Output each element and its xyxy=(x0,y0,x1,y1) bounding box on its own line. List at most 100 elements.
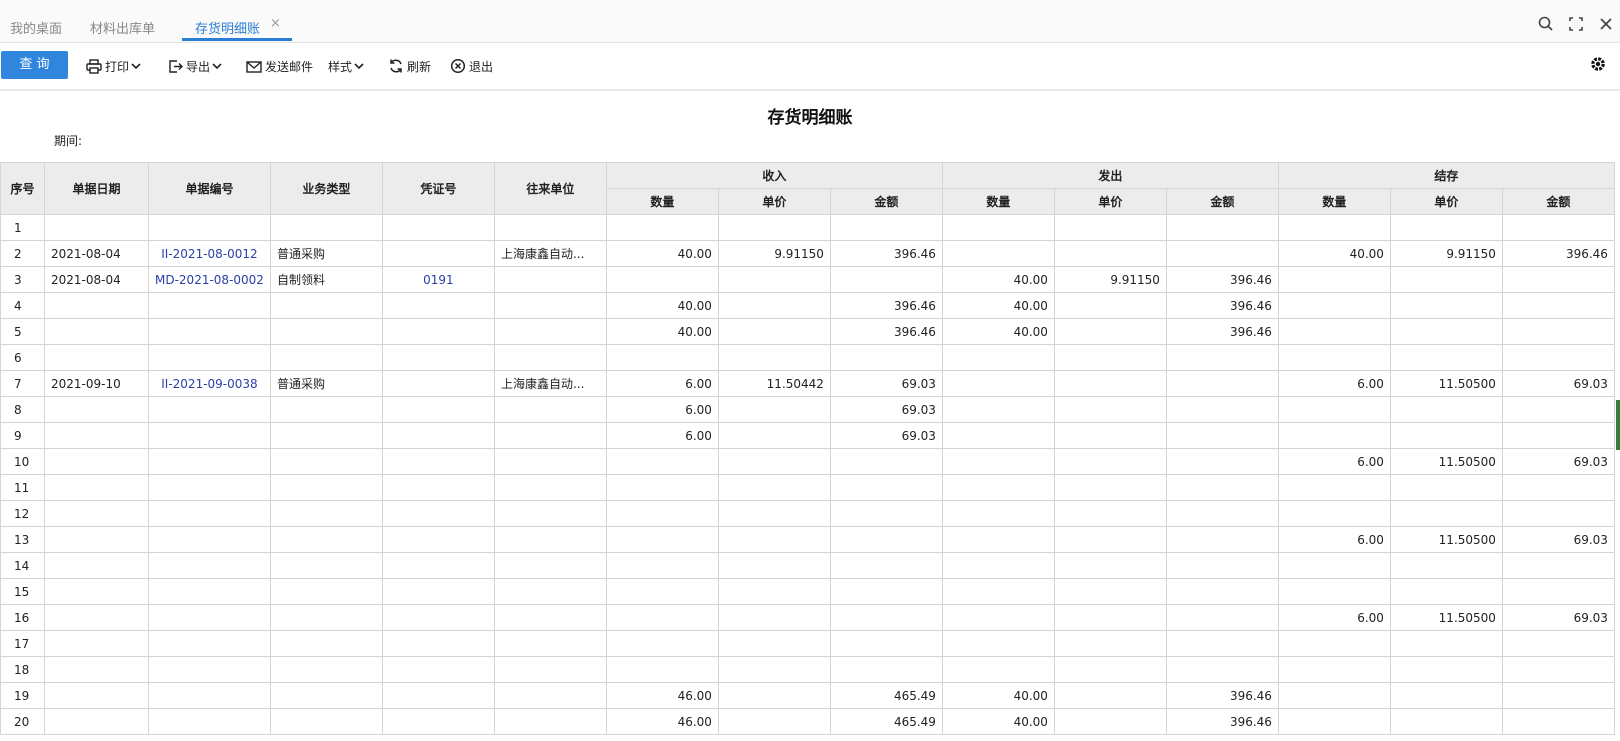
row-doc-no-link[interactable] xyxy=(148,344,271,371)
query-button[interactable]: 查 询 xyxy=(1,51,68,79)
table-row[interactable]: 20 46.00 465.49 40.00 396.46 xyxy=(0,708,1615,735)
row-doc-no-link[interactable]: II-2021-09-0038 xyxy=(148,370,271,397)
row-voucher-link[interactable] xyxy=(381,448,495,475)
refresh-button[interactable]: 刷新 xyxy=(388,57,431,75)
close-window-icon[interactable] xyxy=(1597,15,1615,33)
row-out-qty xyxy=(941,370,1055,397)
table-row[interactable]: 1 xyxy=(0,214,1615,241)
row-voucher-link[interactable] xyxy=(381,682,495,709)
table-row[interactable]: 15 xyxy=(0,578,1615,605)
row-voucher-link[interactable] xyxy=(381,474,495,501)
row-voucher-link[interactable] xyxy=(381,526,495,553)
column-header-bal-qty[interactable]: 数量 xyxy=(1277,188,1391,215)
column-header-seq[interactable]: 序号 xyxy=(0,162,45,215)
row-doc-no-link[interactable] xyxy=(148,292,271,319)
row-voucher-link[interactable] xyxy=(381,500,495,527)
column-header-bal-amount[interactable]: 金额 xyxy=(1501,188,1615,215)
table-row[interactable]: 4 40.00 396.46 40.00 396.46 xyxy=(0,292,1615,319)
row-voucher-link[interactable] xyxy=(381,292,495,319)
column-header-out-price[interactable]: 单价 xyxy=(1053,188,1167,215)
row-doc-no-link[interactable] xyxy=(148,682,271,709)
table-row[interactable]: 14 xyxy=(0,552,1615,579)
table-row[interactable]: 2 2021-08-04 II-2021-08-0012 普通采购 上海康鑫自动... 4… xyxy=(0,240,1615,267)
column-header-out-amount[interactable]: 金额 xyxy=(1165,188,1279,215)
row-voucher-link[interactable] xyxy=(381,240,495,267)
column-header-voucher[interactable]: 凭证号 xyxy=(381,162,495,215)
column-header-biz-type[interactable]: 业务类型 xyxy=(269,162,383,215)
close-icon[interactable]: × xyxy=(270,16,281,31)
row-doc-no-link[interactable] xyxy=(148,422,271,449)
column-header-out-qty[interactable]: 数量 xyxy=(941,188,1055,215)
row-doc-no-link[interactable] xyxy=(148,318,271,345)
column-header-in-price[interactable]: 单价 xyxy=(717,188,831,215)
table-row[interactable]: 8 6.00 69.03 xyxy=(0,396,1615,423)
row-voucher-link[interactable] xyxy=(381,370,495,397)
row-doc-no-link[interactable]: MD-2021-08-0002 xyxy=(148,266,271,293)
row-voucher-link[interactable] xyxy=(381,422,495,449)
row-doc-no-link[interactable] xyxy=(148,448,271,475)
search-icon[interactable] xyxy=(1537,15,1555,33)
row-voucher-link[interactable] xyxy=(381,344,495,371)
column-header-in-amount[interactable]: 金额 xyxy=(829,188,943,215)
row-bal-qty: 40.00 xyxy=(1277,240,1391,267)
row-voucher-link[interactable] xyxy=(381,318,495,345)
column-header-bal-price[interactable]: 单价 xyxy=(1389,188,1503,215)
table-row[interactable]: 10 6.00 11.50500 69.03 xyxy=(0,448,1615,475)
exit-button[interactable]: 退出 xyxy=(450,57,493,75)
row-voucher-link[interactable]: 0191 xyxy=(381,266,495,293)
row-doc-no-link[interactable] xyxy=(148,708,271,735)
row-seq: 4 xyxy=(0,292,45,319)
row-doc-no-link[interactable] xyxy=(148,604,271,631)
row-doc-no-link[interactable] xyxy=(148,396,271,423)
row-in-amount: 69.03 xyxy=(829,422,943,449)
table-row[interactable]: 7 2021-09-10 II-2021-09-0038 普通采购 上海康鑫自动... 6… xyxy=(0,370,1615,397)
table-row[interactable]: 5 40.00 396.46 40.00 396.46 xyxy=(0,318,1615,345)
table-row[interactable]: 16 6.00 11.50500 69.03 xyxy=(0,604,1615,631)
column-header-doc-no[interactable]: 单据编号 xyxy=(148,162,271,215)
row-voucher-link[interactable] xyxy=(381,552,495,579)
style-button[interactable]: 样式 xyxy=(328,57,367,75)
table-row[interactable]: 6 xyxy=(0,344,1615,371)
print-button[interactable]: 打印 xyxy=(86,57,144,75)
table-row[interactable]: 12 xyxy=(0,500,1615,527)
send-mail-button[interactable]: 发送邮件 xyxy=(246,57,313,75)
row-out-price xyxy=(1053,344,1167,371)
row-voucher-link[interactable] xyxy=(381,396,495,423)
row-doc-no-link[interactable] xyxy=(148,552,271,579)
table-row[interactable]: 3 2021-08-04 MD-2021-08-0002 自制领料 0191 40.00 9… xyxy=(0,266,1615,293)
table-row[interactable]: 18 xyxy=(0,656,1615,683)
row-voucher-link[interactable] xyxy=(381,630,495,657)
table-row[interactable]: 13 6.00 11.50500 69.03 xyxy=(0,526,1615,553)
export-button[interactable]: 导出 xyxy=(168,57,225,75)
row-voucher-link[interactable] xyxy=(381,604,495,631)
table-row[interactable]: 19 46.00 465.49 40.00 396.46 xyxy=(0,682,1615,709)
row-bal-price xyxy=(1389,708,1503,735)
row-doc-no-link[interactable] xyxy=(148,630,271,657)
row-voucher-link[interactable] xyxy=(381,656,495,683)
row-doc-no-link[interactable]: II-2021-08-0012 xyxy=(148,240,271,267)
row-doc-no-link[interactable] xyxy=(148,578,271,605)
row-doc-no-link[interactable] xyxy=(148,656,271,683)
column-header-in-qty[interactable]: 数量 xyxy=(605,188,719,215)
gear-icon[interactable] xyxy=(1588,54,1608,74)
tab-material-outbound[interactable]: 材料出库单 xyxy=(90,18,155,37)
row-doc-no-link[interactable] xyxy=(148,500,271,527)
maximize-icon[interactable] xyxy=(1567,15,1585,33)
tab-inventory-ledger[interactable]: 存货明细账 xyxy=(195,18,260,37)
row-voucher-link[interactable] xyxy=(381,578,495,605)
table-row[interactable]: 17 xyxy=(0,630,1615,657)
row-doc-no-link[interactable] xyxy=(148,526,271,553)
row-in-amount xyxy=(829,448,943,475)
column-header-partner[interactable]: 往来单位 xyxy=(493,162,607,215)
row-doc-no-link[interactable] xyxy=(148,214,271,241)
scrollbar-indicator[interactable] xyxy=(1616,400,1620,450)
report-title: 存货明细账 xyxy=(767,108,853,128)
table-row[interactable]: 11 xyxy=(0,474,1615,501)
column-header-date[interactable]: 单据日期 xyxy=(44,162,149,215)
table-row[interactable]: 9 6.00 69.03 xyxy=(0,422,1615,449)
tab-my-desktop[interactable]: 我的桌面 xyxy=(10,18,62,37)
row-in-price xyxy=(717,604,831,631)
row-doc-no-link[interactable] xyxy=(148,474,271,501)
row-voucher-link[interactable] xyxy=(381,214,495,241)
row-voucher-link[interactable] xyxy=(381,708,495,735)
